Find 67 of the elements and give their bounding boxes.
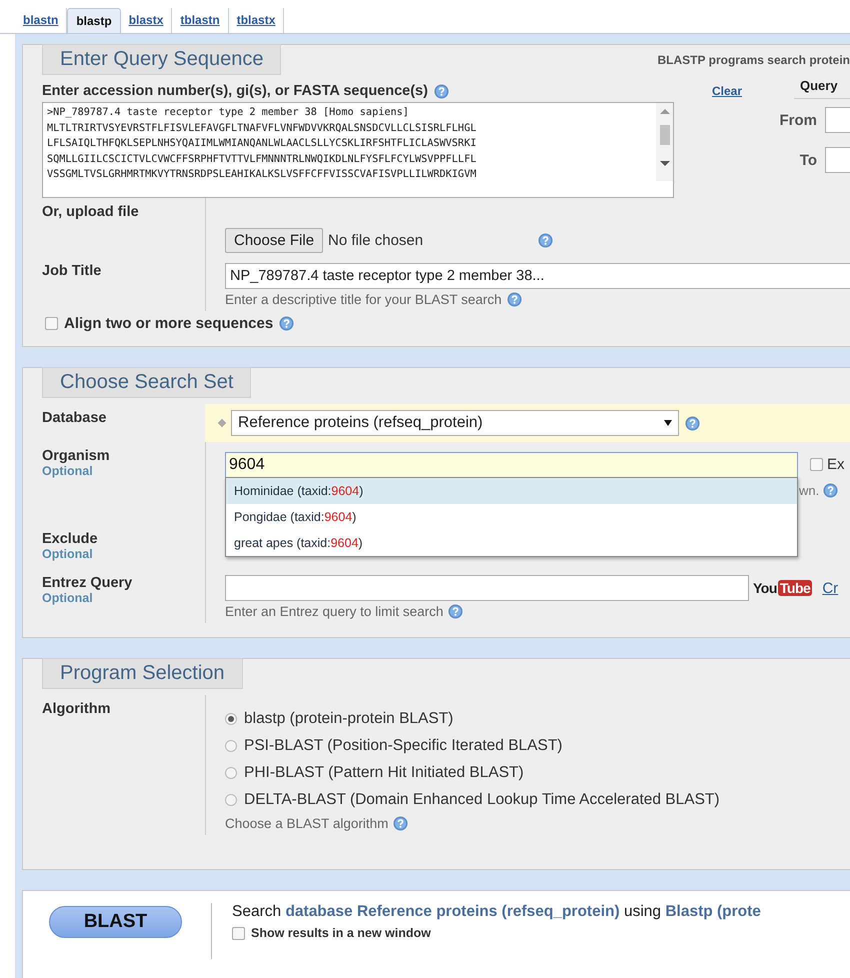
hint-text: Enter an Entrez query to limit search xyxy=(225,604,444,619)
radio-label[interactable]: blastp (protein-protein BLAST) xyxy=(244,710,454,728)
field-label: Organism xyxy=(42,448,111,464)
search-summary: Search database Reference proteins (refseq_protein) using Blastp (prote xyxy=(232,903,761,921)
help-icon[interactable] xyxy=(434,84,449,98)
help-icon[interactable] xyxy=(393,816,408,831)
section-title: Program Selection xyxy=(42,658,243,689)
hint-text: wn. xyxy=(799,483,820,498)
field-label: Database xyxy=(42,410,108,426)
optional-label: Optional xyxy=(42,591,94,605)
radio-label[interactable]: PSI-BLAST (Position-Specific Iterated BLAST) xyxy=(244,737,562,755)
link[interactable]: Cr xyxy=(822,580,838,596)
choose-file-button[interactable]: Choose File xyxy=(225,228,324,253)
help-icon[interactable] xyxy=(538,233,554,248)
suggestion-item[interactable]: great apes (taxid:9604) xyxy=(226,530,797,556)
suggestion-item[interactable]: Pongidae (taxid:9604) xyxy=(226,504,797,530)
radio-button[interactable] xyxy=(225,767,237,779)
field-label: From xyxy=(780,112,817,128)
suggestion-item[interactable]: Hominidae (taxid:9604) xyxy=(226,478,797,504)
field-label: Entrez Query xyxy=(42,575,134,591)
radio-button[interactable] xyxy=(225,794,237,806)
hint-text: Choose a BLAST algorithm xyxy=(225,816,388,831)
field-label: Exclude xyxy=(42,531,99,547)
clear-link[interactable]: Clear xyxy=(712,84,742,100)
help-icon[interactable] xyxy=(506,292,522,307)
section-title: Choose Search Set xyxy=(42,367,252,398)
radio-button[interactable] xyxy=(225,713,237,725)
checkbox-label: Ex xyxy=(827,456,845,473)
subrange-title: Query xyxy=(794,78,850,99)
help-icon[interactable] xyxy=(823,483,838,498)
range-field[interactable] xyxy=(825,147,850,173)
hint-text: Enter a descriptive title for your BLAST search xyxy=(225,292,502,307)
blast-button[interactable]: BLAST xyxy=(49,906,182,938)
field-label: Enter accession number(s), gi(s), or FASTA sequence(s) xyxy=(42,83,428,99)
checkbox-label: Show results in a new window xyxy=(251,926,431,940)
radio-label[interactable]: PHI-BLAST (Pattern Hit Initiated BLAST) xyxy=(244,764,524,782)
caret-icon xyxy=(664,420,672,426)
checkbox[interactable] xyxy=(45,317,58,330)
file-status: No file chosen xyxy=(328,232,424,249)
scrollbar[interactable] xyxy=(656,103,673,181)
optional-label: Optional xyxy=(42,464,94,478)
field-label: Algorithm xyxy=(42,701,112,717)
section-title: Enter Query Sequence xyxy=(42,44,282,75)
organism-field[interactable]: 9604 xyxy=(225,452,798,478)
radio-label[interactable]: DELTA-BLAST (Domain Enhanced Lookup Time Accelerated BLAST) xyxy=(244,791,720,809)
field-label: Job Title xyxy=(42,263,102,279)
sequence-field[interactable]: >NP_789787.4 taste receptor type 2 member 38 [Homo sapiens] MLTLTRIRTVSYEVRSTFLFISVLEFAVGFLTNAFVFLVNFWDVVKRQALSNSDCVLLCLSISRLFLHGL LFLSAIQLTHFQKLSEPLNHSYQAIIMLWMIANQANLWLAACLSLLYCSKLIRFSHTFLICLASWVSRKI SQMLLGIILCSCICTVLCVWCFFSRPHFTVTTVLFMNNNTRLNWQIKDLNLFYSFLFCYLWSVPPFLLFL VSSGMLTVSLGRHMRTMKVYTRNSRDPSLEAHIKALKSLVSFFCFFVISSCVAFISVPLLILWRDKIGVM xyxy=(42,102,674,198)
checkbox[interactable] xyxy=(810,458,823,471)
tab[interactable]: tblastx xyxy=(228,8,284,33)
tab[interactable]: blastp xyxy=(67,8,121,33)
optional-label: Optional xyxy=(42,547,94,561)
help-icon[interactable] xyxy=(448,604,464,619)
entrez-query-field[interactable] xyxy=(225,575,749,601)
job-title-field[interactable]: NP_789787.4 taste receptor type 2 member 38... xyxy=(225,263,850,289)
help-icon[interactable] xyxy=(685,416,700,430)
description-text: BLASTP programs search protein xyxy=(658,53,850,67)
field-label: Or, upload file xyxy=(42,204,140,220)
checkbox[interactable] xyxy=(232,926,245,940)
range-field[interactable] xyxy=(825,107,850,133)
help-icon[interactable] xyxy=(279,316,294,331)
checkbox-label: Align two or more sequences xyxy=(64,315,274,332)
radio-button[interactable] xyxy=(225,740,237,752)
dropdown-value: Reference proteins (refseq_protein) xyxy=(238,414,483,432)
tab[interactable]: blastx xyxy=(120,8,172,33)
field-label: To xyxy=(800,152,817,168)
database-dropdown[interactable]: Reference proteins (refseq_protein) xyxy=(231,410,679,436)
tab[interactable]: tblastn xyxy=(172,8,229,33)
